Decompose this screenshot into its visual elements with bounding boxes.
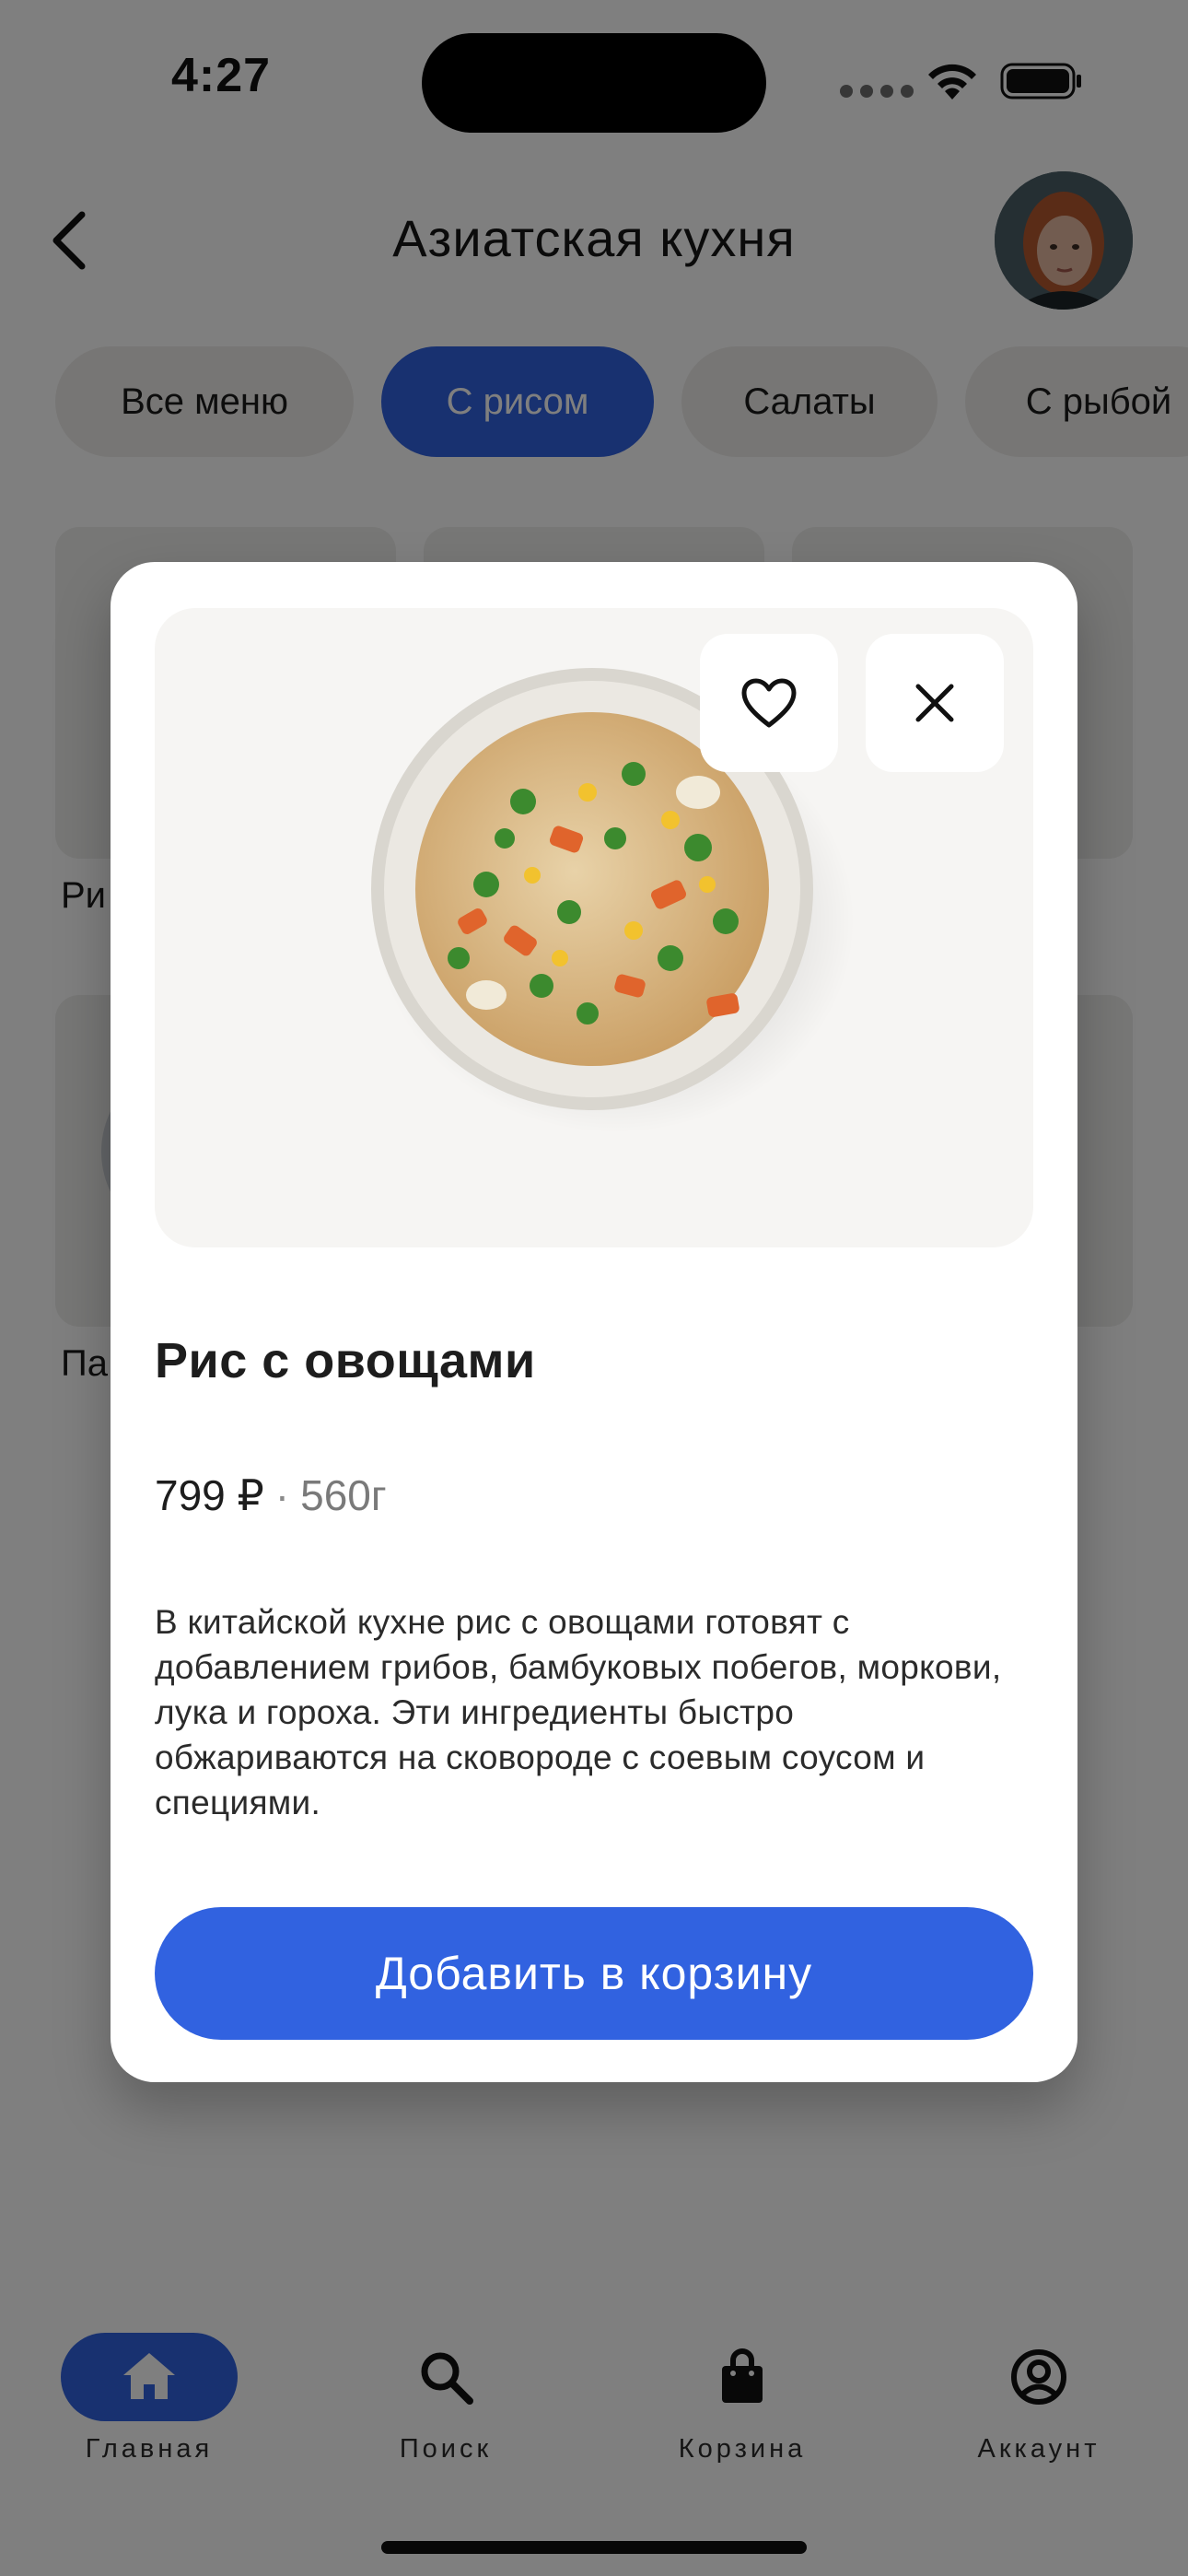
add-to-cart-button[interactable]: Добавить в корзину (155, 1907, 1033, 2040)
dish-title: Рис с овощами (155, 1333, 536, 1388)
close-button[interactable] (866, 634, 1004, 772)
dish-description: В китайской кухне рис с овощами готовят … (155, 1603, 1002, 1821)
price-row: 799 ₽ · 560г (155, 1470, 387, 1520)
dish-detail-modal: Рис с овощами 799 ₽ · 560г В китайской кух… (111, 562, 1077, 2082)
dish-weight: 560г (300, 1471, 387, 1519)
favorite-button[interactable] (700, 634, 838, 772)
heart-icon (741, 678, 797, 728)
close-icon (915, 684, 954, 722)
dish-price: 799 ₽ (155, 1471, 264, 1519)
separator-dot: · (274, 1471, 290, 1519)
